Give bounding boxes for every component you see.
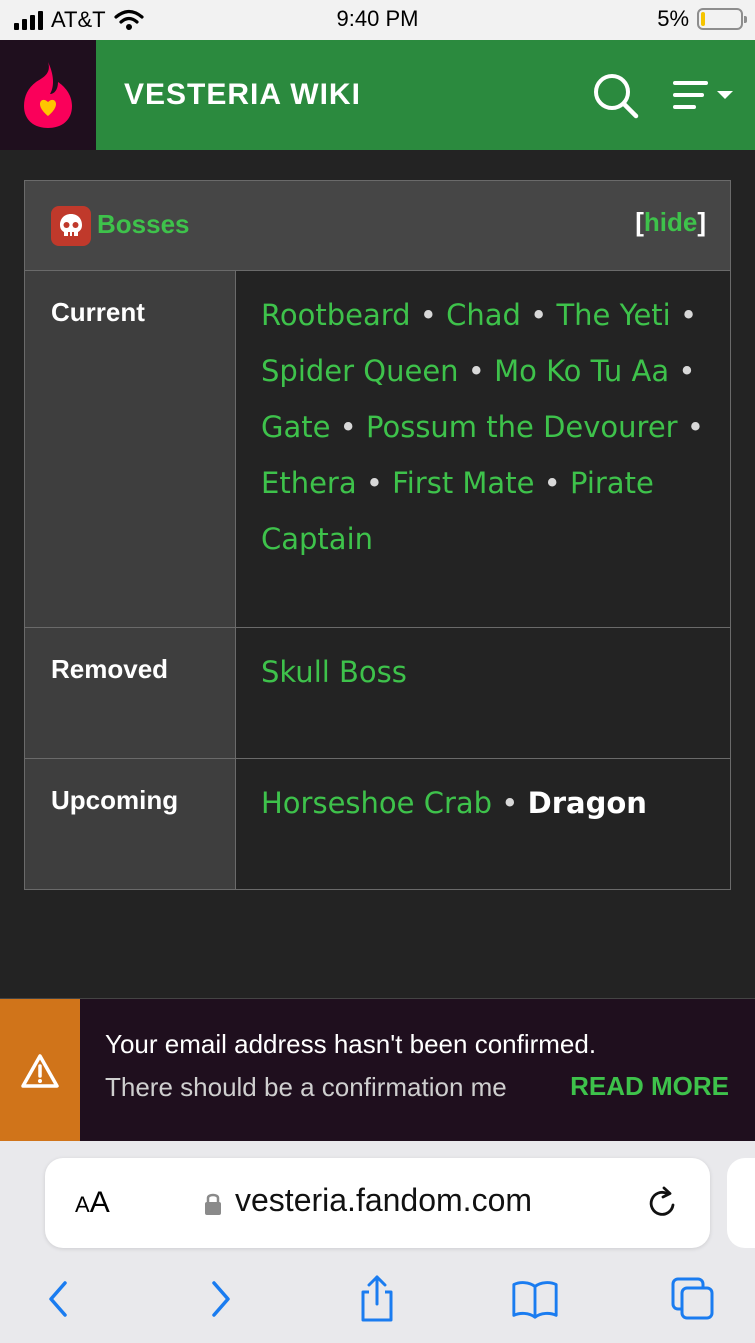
navbox-title[interactable]: Bosses: [97, 209, 190, 240]
battery-icon: [697, 8, 747, 30]
boss-link-ethera[interactable]: Ethera: [261, 466, 357, 500]
boss-link-first-mate[interactable]: First Mate: [392, 466, 534, 500]
share-icon: [361, 1275, 393, 1322]
url-text[interactable]: vesteria.fandom.com: [235, 1182, 532, 1219]
next-tab-preview[interactable]: [727, 1158, 755, 1248]
navbox-row-upcoming: Upcoming Horseshoe Crab • Dragon: [25, 759, 730, 889]
battery-percent: 5%: [657, 6, 689, 31]
separator: •: [356, 466, 393, 500]
status-time: 9:40 PM: [336, 6, 419, 31]
separator: •: [670, 298, 698, 332]
email-confirmation-banner: Your email address hasn't been confirmed…: [0, 998, 755, 1142]
fandom-logo[interactable]: [0, 40, 96, 150]
banner-line-1: Your email address hasn't been confirmed…: [105, 1029, 597, 1059]
fandom-flame-icon: [24, 62, 72, 128]
tabs-button[interactable]: [668, 1274, 718, 1324]
read-more-button[interactable]: READ MORE: [538, 1071, 729, 1102]
boss-link-skull-boss[interactable]: Skull Boss: [261, 655, 407, 689]
navbox-list: Skull Boss: [261, 644, 711, 700]
navbox-row-current: Current Rootbeard • Chad • The Yeti • Sp…: [25, 271, 730, 628]
boss-link-gate[interactable]: Gate: [261, 410, 330, 444]
separator: •: [677, 410, 704, 444]
menu-button[interactable]: [672, 74, 738, 118]
navbox-group-cell: Current: [25, 271, 236, 627]
search-button[interactable]: [590, 70, 642, 122]
navbox-group-cell: Upcoming: [25, 759, 236, 889]
reload-icon[interactable]: [645, 1185, 681, 1221]
banner-icon-box: [0, 999, 80, 1142]
navbox-group-label: Removed: [51, 654, 169, 684]
reader-options-button[interactable]: AA: [75, 1186, 110, 1220]
hide-link[interactable]: hide: [644, 207, 697, 237]
aa-small: A: [75, 1192, 90, 1217]
aa-large: A: [89, 1186, 110, 1219]
hide-bracket-close: ]: [697, 207, 706, 237]
hide-toggle[interactable]: [hide]: [635, 207, 706, 238]
bookmarks-button[interactable]: [510, 1274, 560, 1324]
back-button[interactable]: [33, 1274, 83, 1324]
safari-toolbar: AA vesteria.fandom.com: [0, 1141, 755, 1343]
separator: •: [534, 466, 570, 500]
boss-link-rootbeard[interactable]: Rootbeard: [261, 298, 411, 332]
tabs-icon: [671, 1277, 714, 1320]
address-bar[interactable]: AA vesteria.fandom.com: [45, 1158, 710, 1248]
boss-link-the-yeti[interactable]: The Yeti: [556, 298, 670, 332]
navbox-row-removed: Removed Skull Boss: [25, 628, 730, 759]
bosses-navbox: Bosses [hide] Current Rootbeard • Chad •…: [24, 180, 731, 890]
status-right: 5%: [657, 6, 747, 32]
search-icon: [594, 74, 639, 119]
wiki-title[interactable]: VESTERIA WIKI: [124, 40, 361, 150]
forward-button[interactable]: [196, 1274, 246, 1324]
navbox-title-row: Bosses [hide]: [25, 181, 730, 271]
forward-icon: [212, 1281, 230, 1317]
boss-link-possum-the-devourer[interactable]: Possum the Devourer: [366, 410, 678, 444]
wiki-header: VESTERIA WIKI: [0, 40, 755, 150]
boss-link-horseshoe-crab[interactable]: Horseshoe Crab: [261, 786, 492, 820]
separator: •: [492, 786, 528, 820]
separator: •: [458, 354, 495, 388]
hide-bracket-open: [: [635, 207, 644, 237]
separator: •: [330, 410, 367, 444]
navbox-group-label: Current: [51, 297, 145, 327]
navbox-list: Horseshoe Crab • Dragon: [261, 775, 711, 831]
navbox-group-label: Upcoming: [51, 785, 179, 815]
skull-icon: [51, 206, 91, 246]
navbox-list: Rootbeard • Chad • The Yeti • Spider Que…: [261, 287, 711, 567]
share-button[interactable]: [352, 1274, 402, 1324]
boss-link-mo-ko-tu-aa[interactable]: Mo Ko Tu Aa: [494, 354, 669, 388]
lock-icon: [205, 1193, 221, 1215]
boss-link-spider-queen[interactable]: Spider Queen: [261, 354, 459, 388]
navbox-group-cell: Removed: [25, 628, 236, 758]
warning-icon: [21, 1053, 59, 1088]
boss-link-chad[interactable]: Chad: [446, 298, 521, 332]
menu-icon: [673, 81, 733, 109]
separator: •: [669, 354, 696, 388]
current-page-dragon: Dragon: [527, 786, 647, 820]
separator: •: [520, 298, 557, 332]
status-bar: AT&T 9:40 PM 5%: [0, 0, 755, 40]
back-icon: [49, 1281, 67, 1317]
bookmarks-icon: [512, 1281, 558, 1319]
separator: •: [410, 298, 447, 332]
